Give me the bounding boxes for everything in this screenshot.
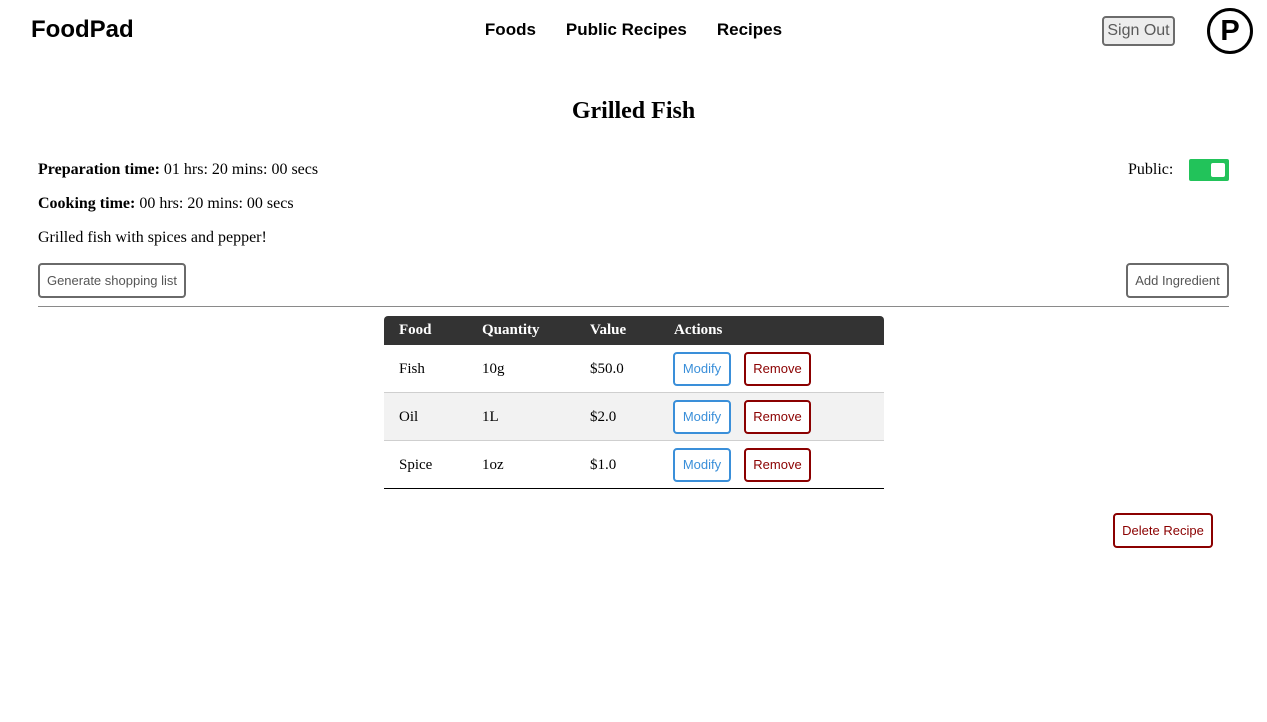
toggle-knob	[1211, 163, 1225, 177]
cell-food: Spice	[399, 457, 433, 473]
cooking-time: Cooking time: 00 hrs: 20 mins: 00 secs	[38, 194, 294, 214]
cell-value: $2.0	[590, 409, 617, 425]
modify-button[interactable]: Modify	[673, 400, 731, 434]
table-header: Food Quantity Value Actions	[384, 316, 884, 345]
cell-quantity: 1oz	[482, 457, 504, 473]
section-divider	[38, 306, 1229, 307]
ingredients-table: Food Quantity Value Actions Fish 10g $50…	[384, 316, 884, 489]
remove-button[interactable]: Remove	[744, 352, 811, 386]
header-quantity: Quantity	[482, 322, 540, 338]
cell-food: Fish	[399, 361, 425, 377]
table-row: Oil 1L $2.0 Modify Remove	[384, 393, 884, 441]
cooking-time-label: Cooking time:	[38, 195, 136, 212]
cell-value: $50.0	[590, 361, 624, 377]
public-label: Public:	[1128, 161, 1174, 178]
main-nav: Foods Public Recipes Recipes	[0, 19, 1267, 41]
recipe-description: Grilled fish with spices and pepper!	[38, 229, 267, 246]
recipe-title: Grilled Fish	[571, 98, 696, 124]
public-toggle[interactable]	[1189, 159, 1229, 181]
modify-button[interactable]: Modify	[673, 448, 731, 482]
nav-foods[interactable]: Foods	[485, 19, 536, 41]
cooking-time-value: 00 hrs: 20 mins: 00 secs	[139, 195, 294, 212]
generate-shopping-list-button[interactable]: Generate shopping list	[38, 263, 186, 298]
nav-public-recipes[interactable]: Public Recipes	[566, 19, 687, 41]
table-row: Spice 1oz $1.0 Modify Remove	[384, 441, 884, 489]
delete-recipe-button[interactable]: Delete Recipe	[1113, 513, 1213, 548]
header-value: Value	[590, 322, 627, 338]
cell-quantity: 10g	[482, 361, 505, 377]
add-ingredient-button[interactable]: Add Ingredient	[1126, 263, 1229, 298]
preparation-time-value: 01 hrs: 20 mins: 00 secs	[163, 161, 319, 178]
preparation-time-label: Preparation time:	[38, 161, 160, 178]
header-actions: Actions	[674, 322, 723, 338]
remove-button[interactable]: Remove	[744, 448, 811, 482]
cell-value: $1.0	[590, 457, 617, 473]
sign-out-button[interactable]: Sign Out	[1102, 16, 1175, 46]
table-row: Fish 10g $50.0 Modify Remove	[384, 345, 884, 393]
cell-quantity: 1L	[482, 409, 499, 425]
remove-button[interactable]: Remove	[744, 400, 811, 434]
user-avatar[interactable]: P	[1207, 8, 1253, 54]
nav-recipes[interactable]: Recipes	[717, 19, 782, 41]
header-food: Food	[399, 322, 432, 338]
cell-food: Oil	[399, 409, 419, 425]
preparation-time: Preparation time: 01 hrs: 20 mins: 00 se…	[38, 160, 318, 180]
modify-button[interactable]: Modify	[673, 352, 731, 386]
